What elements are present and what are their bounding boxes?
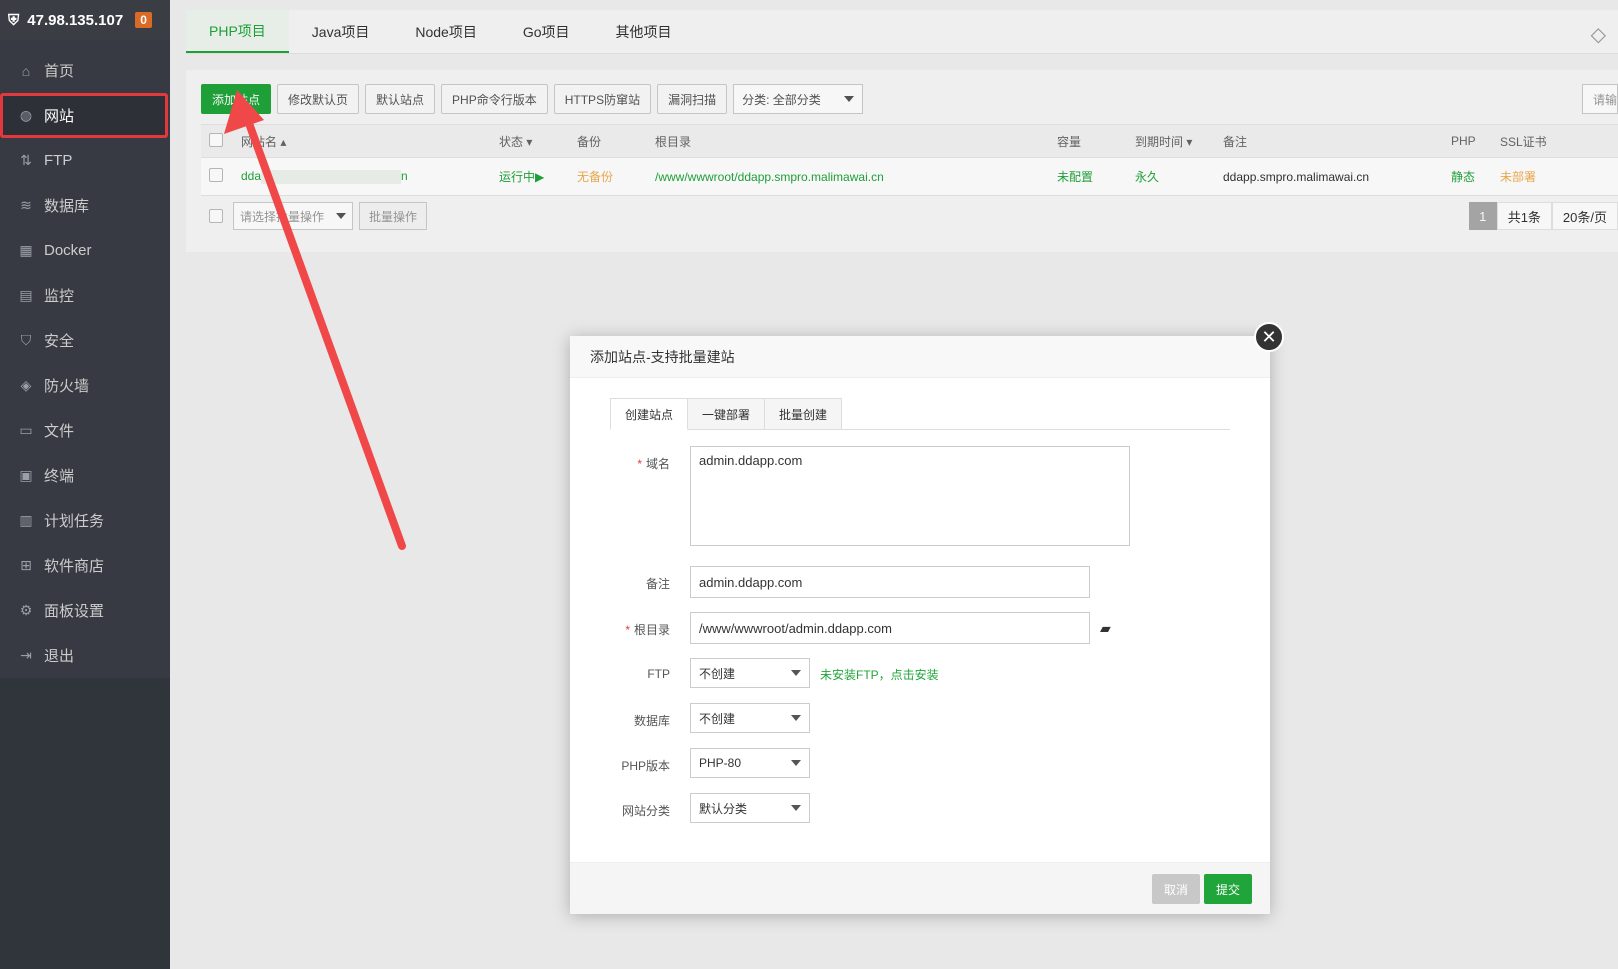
sidebar-item-label: 文件 xyxy=(44,423,75,440)
docker-icon: ▦ xyxy=(19,242,33,258)
domain-textarea[interactable]: admin.ddapp.com xyxy=(690,446,1130,546)
php-version-select[interactable]: PHP-80 xyxy=(690,748,810,778)
install-ftp-link[interactable]: 未安装FTP，点击安装 xyxy=(820,658,939,683)
server-icon: ⛨ xyxy=(8,11,20,29)
root-input[interactable]: /www/wwwroot/admin.ddapp.com xyxy=(690,612,1090,644)
sidebar-item-files[interactable]: ▭ 文件 xyxy=(0,408,170,453)
sidebar-item-label: 退出 xyxy=(44,648,75,665)
chevron-down-icon xyxy=(791,805,801,811)
gear-icon: ⚙ xyxy=(19,602,33,618)
sidebar-item-label: Docker xyxy=(44,242,92,259)
shield-icon: ⛉ xyxy=(20,332,32,348)
sidebar: ⛨ 47.98.135.107 0 ⌂ 首页 ◍ 网站 ⇅ FTP ≋ 数据库 ▦ Doc… xyxy=(0,0,170,969)
sidebar-item-label: 安全 xyxy=(44,333,75,350)
add-site-dialog: 添加站点-支持批量建站 ✕ 创建站点 一键部署 批量创建 * 域名 admin.d… xyxy=(570,322,1284,914)
monitor-icon: ▤ xyxy=(19,287,33,303)
domain-row: * 域名 admin.ddapp.com xyxy=(610,446,1130,546)
root-label: * 根目录 xyxy=(625,623,670,637)
sidebar-item-security[interactable]: ⛉ 安全 xyxy=(0,318,170,363)
ftp-select[interactable]: 不创建 xyxy=(690,658,810,688)
server-ip: 47.98.135.107 xyxy=(27,11,124,29)
ftp-label: FTP xyxy=(647,667,670,681)
sidebar-item-label: 首页 xyxy=(44,63,75,80)
site-category-select[interactable]: 默认分类 xyxy=(690,793,810,823)
sidebar-item-label: 网站 xyxy=(44,108,75,125)
sidebar-item-ftp[interactable]: ⇅ FTP xyxy=(0,138,170,183)
firewall-icon: ◈ xyxy=(20,377,32,393)
note-input[interactable]: admin.ddapp.com xyxy=(690,566,1090,598)
chevron-down-icon xyxy=(791,760,801,766)
sidebar-item-label: 防火墙 xyxy=(44,378,90,395)
server-header: ⛨ 47.98.135.107 0 xyxy=(0,0,170,40)
ftp-icon: ⇅ xyxy=(20,152,32,168)
notification-badge[interactable]: 0 xyxy=(135,12,152,28)
root-row: * 根目录 /www/wwwroot/admin.ddapp.com ▰ xyxy=(610,612,1111,644)
note-row: 备注 admin.ddapp.com xyxy=(610,566,1090,598)
sidebar-item-label: 计划任务 xyxy=(44,513,105,530)
chevron-down-icon xyxy=(791,670,801,676)
tab-create-site[interactable]: 创建站点 xyxy=(610,398,689,430)
sidebar-item-website[interactable]: ◍ 网站 xyxy=(0,93,168,138)
apps-icon: ⊞ xyxy=(20,557,32,573)
sidebar-item-firewall[interactable]: ◈ 防火墙 xyxy=(0,363,170,408)
ftp-row: FTP 不创建 未安装FTP，点击安装 xyxy=(610,658,939,688)
sidebar-item-label: 监控 xyxy=(44,288,75,305)
database-select[interactable]: 不创建 xyxy=(690,703,810,733)
sidebar-item-label: 软件商店 xyxy=(44,558,105,575)
sidebar-item-docker[interactable]: ▦ Docker xyxy=(0,228,170,273)
sidebar-item-label: 数据库 xyxy=(44,198,90,215)
sidebar-item-store[interactable]: ⊞ 软件商店 xyxy=(0,543,170,588)
dialog-footer: 取消 提交 xyxy=(570,862,1270,914)
cancel-button[interactable]: 取消 xyxy=(1151,874,1200,904)
submit-button[interactable]: 提交 xyxy=(1203,874,1252,904)
dialog-tabs: 创建站点 一键部署 批量创建 xyxy=(610,398,1230,430)
logout-icon: ⇥ xyxy=(20,647,32,663)
folder-icon: ▭ xyxy=(19,422,33,438)
sidebar-menu: ⌂ 首页 ◍ 网站 ⇅ FTP ≋ 数据库 ▦ Docker ▤ 监控 ⛉ 安全 ◈ 防火墙 ▭… xyxy=(0,40,170,678)
chevron-down-icon xyxy=(791,715,801,721)
database-label: 数据库 xyxy=(633,714,670,728)
sidebar-item-monitor[interactable]: ▤ 监控 xyxy=(0,273,170,318)
dialog-title: 添加站点-支持批量建站 xyxy=(570,336,1270,378)
php-version-row: PHP版本 PHP-80 xyxy=(610,748,810,778)
sidebar-item-terminal[interactable]: ▣ 终端 xyxy=(0,453,170,498)
folder-open-icon[interactable]: ▰ xyxy=(1100,612,1111,637)
note-label: 备注 xyxy=(645,577,670,591)
calendar-icon: ▥ xyxy=(19,512,33,528)
sidebar-item-label: 面板设置 xyxy=(44,603,105,620)
sidebar-item-label: FTP xyxy=(44,152,73,169)
globe-icon: ◍ xyxy=(19,107,33,123)
terminal-icon: ▣ xyxy=(19,467,33,483)
sidebar-item-label: 终端 xyxy=(44,468,75,485)
domain-label: * 域名 xyxy=(637,457,670,471)
site-category-label: 网站分类 xyxy=(621,804,670,818)
site-category-row: 网站分类 默认分类 xyxy=(610,793,810,823)
tab-one-click-deploy[interactable]: 一键部署 xyxy=(688,398,766,430)
sidebar-item-home[interactable]: ⌂ 首页 xyxy=(0,48,170,93)
sidebar-item-database[interactable]: ≋ 数据库 xyxy=(0,183,170,228)
sidebar-item-logout[interactable]: ⇥ 退出 xyxy=(0,633,170,678)
sidebar-item-settings[interactable]: ⚙ 面板设置 xyxy=(0,588,170,633)
database-row: 数据库 不创建 xyxy=(610,703,810,733)
database-icon: ≋ xyxy=(20,197,32,213)
sidebar-item-cron[interactable]: ▥ 计划任务 xyxy=(0,498,170,543)
php-version-label: PHP版本 xyxy=(621,759,670,773)
home-icon: ⌂ xyxy=(21,62,31,79)
close-icon[interactable]: ✕ xyxy=(1254,322,1284,352)
tab-batch-create[interactable]: 批量创建 xyxy=(765,398,843,430)
